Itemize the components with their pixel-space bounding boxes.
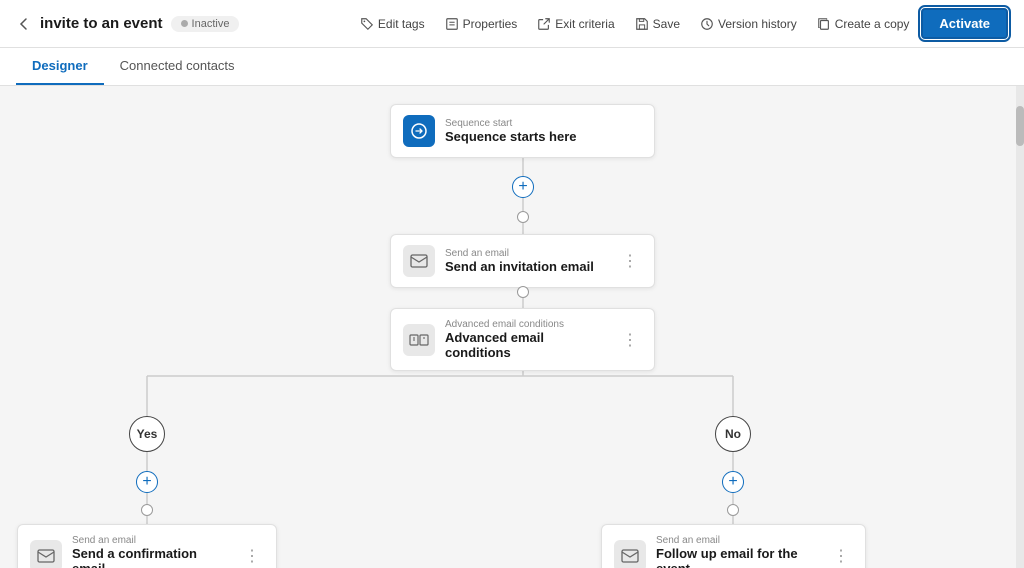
properties-icon xyxy=(445,17,459,31)
email-1-menu[interactable]: ⋮ xyxy=(618,249,642,273)
status-label: Inactive xyxy=(192,18,230,30)
conditions-text: Advanced email conditions Advanced email… xyxy=(445,319,608,360)
create-copy-button[interactable]: Create a copy xyxy=(809,12,918,36)
header-left: invite to an event Inactive xyxy=(16,15,239,32)
add-step-button-1[interactable]: + xyxy=(512,176,534,198)
create-copy-icon xyxy=(817,17,831,31)
email-followup-title: Follow up email for the event xyxy=(656,546,819,568)
connector-yes xyxy=(141,504,153,516)
save-icon xyxy=(635,17,649,31)
yes-branch-label: Yes xyxy=(129,416,165,452)
connector-2 xyxy=(517,286,529,298)
tab-bar: Designer Connected contacts xyxy=(0,48,1024,86)
email-confirmation-title: Send a confirmation email xyxy=(72,546,230,568)
scrollbar[interactable] xyxy=(1016,86,1024,568)
email-followup-text: Send an email Follow up email for the ev… xyxy=(656,535,819,568)
add-step-no-button[interactable]: + xyxy=(722,471,744,493)
email-confirmation-menu[interactable]: ⋮ xyxy=(240,544,264,568)
activate-button[interactable]: Activate xyxy=(921,8,1008,39)
header-right: Edit tags Properties Exit criteria Save … xyxy=(352,8,1008,39)
email-confirmation-label: Send an email xyxy=(72,535,230,546)
tab-connected-contacts[interactable]: Connected contacts xyxy=(104,48,251,85)
conditions-menu[interactable]: ⋮ xyxy=(618,328,642,352)
scrollbar-thumb[interactable] xyxy=(1016,106,1024,146)
page-title: invite to an event xyxy=(40,15,163,32)
email-followup-label: Send an email xyxy=(656,535,819,546)
sequence-start-label: Sequence start xyxy=(445,118,642,129)
email-1-label: Send an email xyxy=(445,248,608,259)
conditions-icon xyxy=(403,324,435,356)
flow-canvas: Sequence start Sequence starts here + Se… xyxy=(0,86,1024,568)
sequence-start-icon xyxy=(403,115,435,147)
sequence-start-node: Sequence start Sequence starts here xyxy=(390,104,655,158)
connector-1 xyxy=(517,211,529,223)
version-history-icon xyxy=(700,17,714,31)
email-confirmation-text: Send an email Send a confirmation email xyxy=(72,535,230,568)
sequence-start-title: Sequence starts here xyxy=(445,129,642,144)
tab-designer[interactable]: Designer xyxy=(16,48,104,85)
save-button[interactable]: Save xyxy=(627,12,688,36)
exit-criteria-button[interactable]: Exit criteria xyxy=(529,12,622,36)
back-button[interactable] xyxy=(16,16,32,32)
email-confirmation-node: Send an email Send a confirmation email … xyxy=(17,524,277,568)
status-badge: Inactive xyxy=(171,16,240,32)
email-followup-node: Send an email Follow up email for the ev… xyxy=(601,524,866,568)
conditions-node: Advanced email conditions Advanced email… xyxy=(390,308,655,371)
connector-no xyxy=(727,504,739,516)
back-icon xyxy=(16,16,32,32)
properties-button[interactable]: Properties xyxy=(437,12,526,36)
edit-tags-button[interactable]: Edit tags xyxy=(352,12,433,36)
version-history-button[interactable]: Version history xyxy=(692,12,805,36)
sequence-start-text: Sequence start Sequence starts here xyxy=(445,118,642,144)
email-1-text: Send an email Send an invitation email xyxy=(445,248,608,274)
status-dot xyxy=(181,20,188,27)
edit-tags-icon xyxy=(360,17,374,31)
add-step-yes-button[interactable]: + xyxy=(136,471,158,493)
email-confirmation-icon xyxy=(30,540,62,568)
conditions-label: Advanced email conditions xyxy=(445,319,608,330)
conditions-title: Advanced email conditions xyxy=(445,330,608,360)
exit-criteria-icon xyxy=(537,17,551,31)
email-followup-menu[interactable]: ⋮ xyxy=(829,544,853,568)
email-1-icon xyxy=(403,245,435,277)
no-branch-label: No xyxy=(715,416,751,452)
email-1-title: Send an invitation email xyxy=(445,259,608,274)
email-node-1: Send an email Send an invitation email ⋮ xyxy=(390,234,655,288)
email-followup-icon xyxy=(614,540,646,568)
app-header: invite to an event Inactive Edit tags Pr… xyxy=(0,0,1024,48)
